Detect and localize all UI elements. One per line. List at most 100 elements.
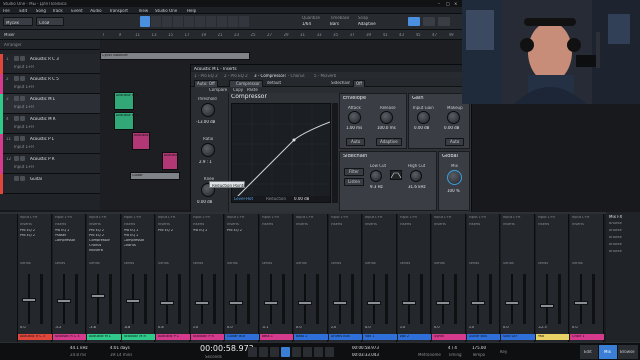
insert-tab[interactable]: 4 - Chorus xyxy=(284,74,305,78)
menu-edit[interactable]: Edit xyxy=(19,9,27,13)
volume-fader[interactable] xyxy=(470,301,485,305)
highcut-knob[interactable] xyxy=(410,170,422,182)
insert-slot[interactable]: Compressor xyxy=(55,239,76,243)
mode-selector[interactable]: Слой xyxy=(36,17,64,26)
volume-fader[interactable] xyxy=(332,301,347,305)
menu-file[interactable]: File xyxy=(3,9,10,13)
minimize-button[interactable]: – xyxy=(438,2,440,6)
track-header[interactable]: 1 Acoustic R C 3 Input L+R xyxy=(0,54,100,74)
channel-name-plate[interactable]: Choir 1 xyxy=(570,334,604,340)
channel-name-plate[interactable]: Acoustic P R xyxy=(190,334,224,340)
menu-help[interactable]: Help xyxy=(187,9,196,13)
mute-button[interactable] xyxy=(14,176,19,181)
channel-input[interactable]: Input L+R xyxy=(193,216,211,220)
volume-fader[interactable] xyxy=(401,301,416,305)
solo-button[interactable] xyxy=(20,176,25,181)
insert-tab[interactable]: 2 - Pro EQ 2 xyxy=(224,74,248,78)
browse-view-button[interactable]: Browse xyxy=(618,345,638,359)
channel-name-plate[interactable]: Vox 1 xyxy=(363,334,397,340)
record-button[interactable] xyxy=(292,347,301,357)
quantize-value[interactable]: 1/64 xyxy=(302,22,311,26)
tool-button-1[interactable] xyxy=(140,16,150,27)
channel-input[interactable]: Input L+R xyxy=(124,216,142,220)
channel-input[interactable]: Input L+R xyxy=(331,216,349,220)
channel-input[interactable]: Input L+R xyxy=(227,216,245,220)
gain-auto-button[interactable]: Auto xyxy=(445,138,465,146)
insert-slot[interactable]: Compressor xyxy=(89,239,110,243)
volume-fader[interactable] xyxy=(194,301,209,305)
tool-button-3[interactable] xyxy=(162,16,172,27)
browser-item[interactable]: Browse xyxy=(609,229,622,233)
tempo-value[interactable]: 175.00 xyxy=(472,346,486,350)
insert-slot[interactable]: Chorus xyxy=(124,244,136,248)
volume-fader[interactable] xyxy=(263,301,278,305)
insert-slot[interactable]: Phaser xyxy=(55,234,67,238)
solo-button[interactable] xyxy=(20,156,25,161)
track-header[interactable]: 4 Acoustic M R Input L+R xyxy=(0,114,100,134)
tool-button-4[interactable] xyxy=(173,16,183,27)
menu-song[interactable]: Song xyxy=(36,9,46,13)
menu-audio[interactable]: Audio xyxy=(90,9,101,13)
arrange-clip[interactable]: Acoustic M L xyxy=(114,92,138,110)
insert-slot[interactable]: Pro EQ 2 xyxy=(158,229,173,233)
insert-slot[interactable]: Pro EQ 2 xyxy=(89,234,104,238)
volume-value[interactable]: 0.8 xyxy=(158,326,164,330)
volume-value[interactable]: 0.0 xyxy=(296,326,302,330)
arranger-track[interactable]: Arranger xyxy=(0,40,100,50)
browser-item[interactable]: Browse xyxy=(609,250,622,254)
menu-studio-one[interactable]: Studio One xyxy=(155,9,177,13)
volume-value[interactable]: 0.0 xyxy=(365,326,371,330)
volume-fader[interactable] xyxy=(160,301,174,305)
input-gain-knob[interactable] xyxy=(417,111,430,124)
menu-event[interactable]: Event xyxy=(71,9,82,13)
channel-input[interactable]: Input L+R xyxy=(538,216,556,220)
volume-value[interactable]: 0.0 xyxy=(434,326,440,330)
solo-button[interactable] xyxy=(20,56,25,61)
volume-fader[interactable] xyxy=(56,298,71,303)
listen-button[interactable]: Listen xyxy=(344,178,364,186)
channel-name-plate[interactable]: Drums Bus xyxy=(328,334,362,340)
channel-name-plate[interactable]: Guitar Bus xyxy=(466,334,500,340)
track-header[interactable]: Guitar xyxy=(0,174,100,194)
channel-input[interactable]: Input L+R xyxy=(262,216,280,220)
play-button[interactable] xyxy=(281,347,290,357)
loop-end[interactable]: 00:03:33.043 xyxy=(352,353,379,357)
track-header[interactable]: 11 Acoustic P L Input L+R xyxy=(0,134,100,154)
insert-slot[interactable]: Pro EQ 2 xyxy=(124,229,139,233)
view-toggle-button[interactable] xyxy=(423,17,435,26)
lowcut-knob[interactable] xyxy=(370,170,382,182)
solo-button[interactable] xyxy=(20,136,25,141)
mute-button[interactable] xyxy=(14,76,19,81)
rewind-button[interactable] xyxy=(248,347,257,357)
snap-value[interactable]: Adaptive xyxy=(358,22,376,26)
tool-button-9[interactable] xyxy=(228,16,238,27)
volume-value[interactable]: -5.1 xyxy=(262,326,269,330)
loop-start[interactable]: 00:00:58.973 xyxy=(352,346,379,350)
insert-slot[interactable]: Pro EQ 2 xyxy=(193,229,208,233)
insert-tab[interactable]: 3 - Compressor xyxy=(254,74,284,78)
channel-name-plate[interactable]: Solo Gtr xyxy=(501,334,535,340)
layout-toggle-button[interactable] xyxy=(438,17,450,26)
channel-input[interactable]: Input L+R xyxy=(365,216,383,220)
compare-button[interactable]: Compare xyxy=(209,88,227,92)
menu-transport[interactable]: Transport xyxy=(109,9,128,13)
volume-value[interactable]: 0.0 xyxy=(20,326,26,330)
transfer-curve-graph[interactable]: Level-Hot Reduction 0.00 dB xyxy=(231,103,331,203)
insert-slot[interactable]: Pro EQ 2 xyxy=(55,229,70,233)
makeup-knob[interactable] xyxy=(447,111,460,124)
attack-knob[interactable] xyxy=(348,111,361,124)
mix-knob[interactable] xyxy=(447,170,462,185)
insert-slot[interactable]: Pro EQ 2 xyxy=(89,229,104,233)
release-knob[interactable] xyxy=(380,111,393,124)
volume-value[interactable]: 0.0 xyxy=(193,326,199,330)
arrange-clip[interactable]: Acoustic M R xyxy=(114,112,138,130)
volume-fader[interactable] xyxy=(125,298,140,303)
mute-button[interactable] xyxy=(14,56,19,61)
mute-button[interactable] xyxy=(14,116,19,121)
channel-name-plate[interactable]: Acoustic R C 3 xyxy=(18,334,52,340)
insert-slot[interactable]: Pro EQ 2 xyxy=(227,229,242,233)
insert-tab[interactable]: 1 - Pro EQ 2 xyxy=(194,74,218,78)
channel-input[interactable]: Input L+R xyxy=(89,216,107,220)
tool-button-2[interactable] xyxy=(151,16,161,27)
volume-fader[interactable] xyxy=(298,301,312,305)
